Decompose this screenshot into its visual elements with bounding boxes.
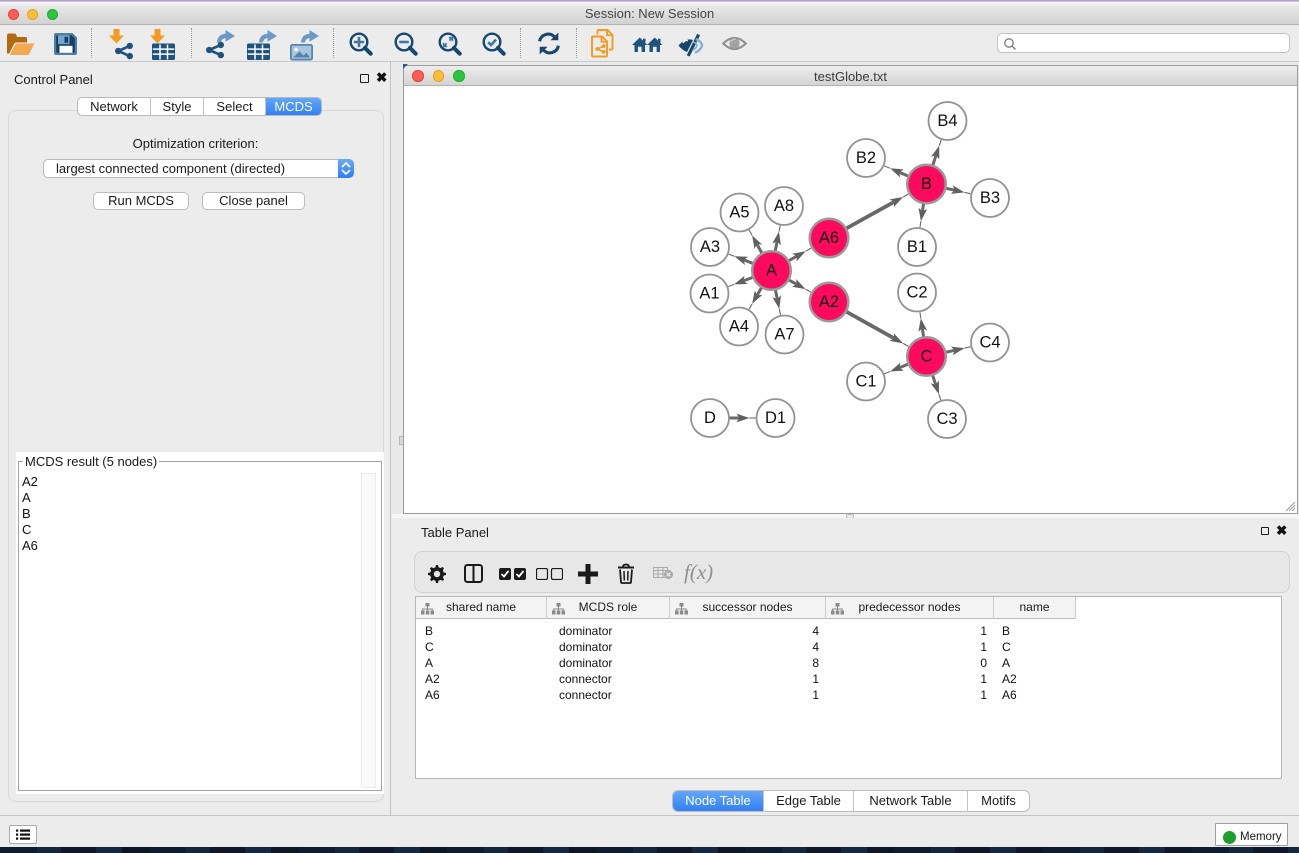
svg-text:C3: C3 bbox=[936, 410, 957, 428]
svg-text:A5: A5 bbox=[729, 204, 749, 222]
svg-text:D1: D1 bbox=[765, 409, 786, 427]
svg-text:B: B bbox=[921, 175, 932, 193]
svg-text:A6: A6 bbox=[819, 229, 839, 247]
svg-text:A7: A7 bbox=[774, 326, 794, 344]
svg-text:A2: A2 bbox=[819, 293, 839, 311]
svg-text:A8: A8 bbox=[774, 197, 794, 215]
svg-text:B1: B1 bbox=[907, 238, 927, 256]
svg-text:C2: C2 bbox=[906, 284, 927, 302]
svg-text:B3: B3 bbox=[980, 189, 1000, 207]
svg-text:A: A bbox=[766, 262, 777, 280]
svg-text:D: D bbox=[704, 409, 716, 427]
svg-text:A4: A4 bbox=[729, 318, 749, 336]
svg-text:A1: A1 bbox=[699, 285, 719, 303]
svg-text:C4: C4 bbox=[979, 334, 1000, 352]
svg-text:C1: C1 bbox=[855, 373, 876, 391]
svg-text:A3: A3 bbox=[700, 238, 720, 256]
svg-text:f(x): f(x) bbox=[684, 563, 713, 584]
svg-text:B4: B4 bbox=[937, 112, 957, 130]
svg-text:B2: B2 bbox=[856, 149, 876, 167]
svg-text:C: C bbox=[921, 348, 933, 366]
